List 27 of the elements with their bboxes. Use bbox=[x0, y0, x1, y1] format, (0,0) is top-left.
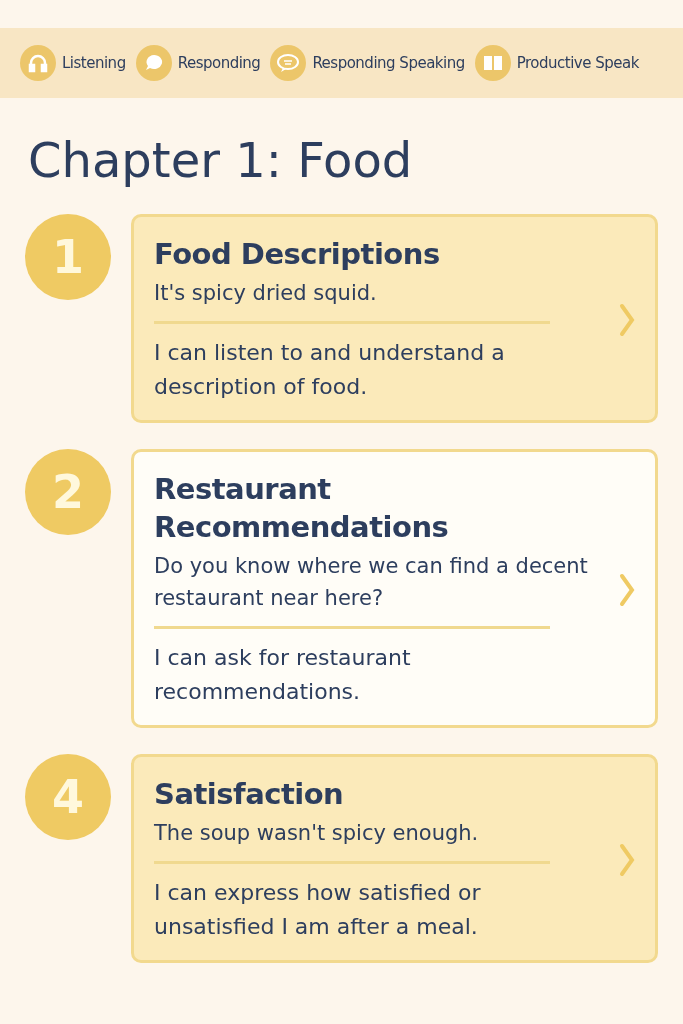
book-icon bbox=[474, 45, 511, 81]
skill-label: Listening bbox=[62, 52, 126, 74]
lesson-title: Satisfaction bbox=[154, 776, 345, 813]
skill-label: Productive Speak bbox=[516, 52, 639, 74]
lesson-card[interactable]: Restaurant Recommendations Do you know where we can find a decent restaurant near here? I can ask for restaurant recommendations. bbox=[131, 449, 658, 728]
chevron-right-icon bbox=[619, 302, 635, 337]
lesson-example: It's spicy dried squid. bbox=[154, 280, 378, 307]
lesson-goal: I can ask for restaurant recommendations. bbox=[154, 644, 412, 706]
lesson-goal: I can express how satisfied or unsatisfied I am after a meal. bbox=[154, 879, 482, 941]
lesson-goal: I can listen to and understand a description of food. bbox=[154, 339, 506, 401]
lesson-number-badge: 4 bbox=[25, 754, 111, 840]
lesson-title: Restaurant Recommendations bbox=[154, 471, 450, 546]
lesson-example: The soup wasn't spicy enough. bbox=[154, 820, 480, 847]
chevron-right-icon bbox=[619, 572, 635, 607]
lesson-title: Food Descriptions bbox=[154, 236, 441, 273]
lesson-number-badge: 1 bbox=[25, 214, 111, 300]
chevron-right-icon bbox=[619, 842, 635, 877]
headphones-icon bbox=[20, 45, 56, 81]
chapter-title: Chapter 1: Food bbox=[28, 131, 414, 190]
speech-bubble-icon bbox=[270, 45, 307, 81]
lesson-number-badge: 2 bbox=[25, 449, 111, 535]
lesson-card[interactable]: Food Descriptions It's spicy dried squid. I can listen to and understand a description of food. bbox=[131, 214, 658, 423]
skill-label: Responding Speaking bbox=[312, 52, 465, 74]
lesson-card[interactable]: Satisfaction The soup wasn't spicy enough. I can express how satisfied or unsatisfied I am after a meal. bbox=[131, 754, 658, 963]
chat-bubble-icon bbox=[135, 45, 172, 81]
skill-label: Responding bbox=[177, 52, 261, 74]
lesson-example: Do you know where we can find a decent restaurant near here? bbox=[154, 553, 589, 612]
